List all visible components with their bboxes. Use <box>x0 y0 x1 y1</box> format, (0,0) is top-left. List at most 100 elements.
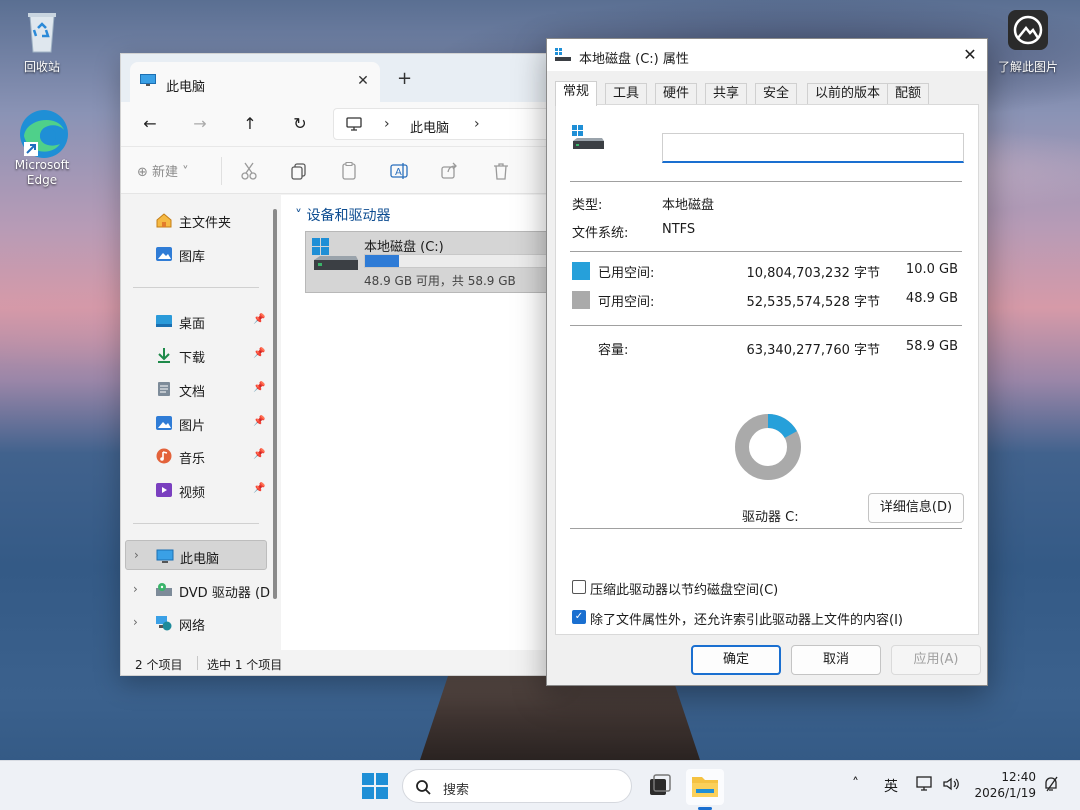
pin-icon[interactable]: 📌 <box>253 314 265 326</box>
compress-checkbox[interactable] <box>572 580 586 594</box>
local-disk-icon <box>312 238 360 278</box>
used-space-bytes: 10,804,703,232 字节 <box>746 266 880 281</box>
taskbar: 搜索 ˄ 英 12:40 2026/1/19 <box>0 760 1080 810</box>
refresh-icon[interactable]: ↻ <box>289 114 311 136</box>
index-checkbox[interactable]: ✓ <box>572 610 586 624</box>
tab-quota[interactable]: 配额 <box>887 83 930 105</box>
nav-item-label: 文档 <box>179 385 206 400</box>
edge-label: Microsoft Edge <box>14 158 70 187</box>
tab-security[interactable]: 安全 <box>755 83 798 105</box>
file-explorer-taskbar-icon[interactable] <box>686 769 724 805</box>
ok-button[interactable]: 确定 <box>691 645 781 675</box>
new-button[interactable]: ⊕ 新建 ˅ <box>137 161 189 180</box>
taskbar-search-box[interactable]: 搜索 <box>402 769 632 803</box>
command-divider <box>221 157 222 185</box>
pin-icon[interactable]: 📌 <box>253 483 265 495</box>
divider <box>570 325 962 326</box>
capacity-row: 容量: 63,340,277,760 字节 58.9 GB <box>556 339 980 359</box>
tab-sharing[interactable]: 共享 <box>705 83 748 105</box>
tab-hardware[interactable]: 硬件 <box>655 83 698 105</box>
close-icon[interactable]: ✕ <box>959 44 981 66</box>
capacity-bytes: 63,340,277,760 字节 <box>746 343 880 358</box>
group-header[interactable]: ˅ 设备和驱动器 <box>295 205 390 225</box>
tab-general[interactable]: 常规 <box>555 81 598 106</box>
nav-item-label: 图库 <box>179 250 206 265</box>
nav-item-documents[interactable]: 文档 📌 <box>121 374 271 404</box>
chevron-right-icon[interactable]: › <box>133 582 138 596</box>
nav-item-network[interactable]: › 网络 <box>121 608 271 638</box>
desktop-icon-learn-about-picture[interactable]: 了解此图片 <box>988 8 1068 75</box>
nav-item-music[interactable]: 音乐 📌 <box>121 441 271 471</box>
index-checkbox-label[interactable]: 除了文件属性外，还允许索引此驱动器上文件的内容(I) <box>590 609 903 628</box>
status-bar: 2 个项目 选中 1 个项目 <box>121 650 559 675</box>
tab-tools[interactable]: 工具 <box>605 83 648 105</box>
type-value: 本地磁盘 <box>662 198 715 213</box>
chevron-up-icon[interactable]: ˄ <box>852 776 859 792</box>
tab-this-pc[interactable]: 此电脑 ✕ <box>130 62 380 102</box>
breadcrumb-this-pc[interactable]: 此电脑 <box>410 117 449 136</box>
breadcrumb-chevron-icon[interactable]: › <box>474 116 480 132</box>
nav-item-home[interactable]: 主文件夹 <box>121 205 271 235</box>
system-clock[interactable]: 12:40 2026/1/19 <box>974 769 1036 801</box>
tab-previous-versions[interactable]: 以前的版本 <box>807 83 889 105</box>
cancel-button[interactable]: 取消 <box>791 645 881 675</box>
rename-icon[interactable]: A <box>389 161 409 181</box>
drive-properties-dialog: 本地磁盘 (C:) 属性 ✕ 常规 工具 硬件 共享 安全 以前的版本 配额 类… <box>546 38 988 686</box>
windows-start-icon[interactable] <box>362 773 388 799</box>
share-icon[interactable] <box>439 161 459 181</box>
pin-icon[interactable]: 📌 <box>253 382 265 394</box>
recycle-bin-icon <box>18 8 66 56</box>
pin-icon[interactable]: 📌 <box>253 348 265 360</box>
pin-icon[interactable]: 📌 <box>253 416 265 428</box>
paste-icon[interactable] <box>339 161 359 181</box>
desktop-icon-recycle-bin[interactable]: 回收站 <box>2 8 82 75</box>
volume-icon[interactable] <box>942 776 960 796</box>
explorer-body: 主文件夹 图库 桌面 📌 下载 📌 文档 📌 图片 📌 音乐 📌 视频 📌 › … <box>121 195 559 650</box>
copy-icon[interactable] <box>289 161 309 181</box>
desktop-icon-edge[interactable]: Microsoft Edge <box>2 108 82 188</box>
nav-item-this-pc[interactable]: › 此电脑 <box>125 540 267 570</box>
nav-item-gallery[interactable]: 图库 <box>121 239 271 269</box>
nav-item-pictures[interactable]: 图片 📌 <box>121 408 271 438</box>
back-arrow-icon[interactable]: ← <box>139 114 161 136</box>
cut-icon[interactable] <box>239 161 259 181</box>
nav-item-dvd[interactable]: › DVD 驱动器 (D <box>121 575 271 605</box>
nav-item-videos[interactable]: 视频 📌 <box>121 475 271 505</box>
volume-label-input[interactable] <box>662 133 964 163</box>
learn-about-picture-icon <box>1004 8 1052 56</box>
delete-icon[interactable] <box>491 161 511 181</box>
apply-button[interactable]: 应用(A) <box>891 645 981 675</box>
compress-checkbox-label[interactable]: 压缩此驱动器以节约磁盘空间(C) <box>590 579 778 598</box>
breadcrumb-chevron-icon[interactable]: › <box>384 116 390 132</box>
monitor-icon <box>156 548 174 564</box>
capacity-label: 容量: <box>598 343 629 358</box>
task-view-icon[interactable] <box>640 769 678 805</box>
new-tab-icon[interactable]: + <box>397 68 412 89</box>
notification-bell-icon[interactable] <box>1042 775 1060 797</box>
up-arrow-icon[interactable]: ↑ <box>239 114 261 136</box>
pin-icon[interactable]: 📌 <box>253 449 265 461</box>
recycle-bin-label: 回收站 <box>23 60 60 74</box>
drive-tile-c[interactable]: 本地磁盘 (C:) 48.9 GB 可用，共 58.9 GB <box>305 231 559 293</box>
explorer-tab-bar: 此电脑 ✕ + <box>121 54 559 102</box>
tab-close-icon[interactable]: ✕ <box>354 72 372 90</box>
drive-usage-bar <box>364 254 559 268</box>
command-bar: ⊕ 新建 ˅ A <box>121 146 559 194</box>
type-row: 类型: 本地磁盘 <box>556 194 980 214</box>
network-status-icon[interactable] <box>916 776 934 796</box>
nav-scrollbar[interactable] <box>273 209 277 599</box>
divider <box>570 528 962 529</box>
nav-item-desktop[interactable]: 桌面 📌 <box>121 306 271 336</box>
pictures-icon <box>155 415 173 431</box>
details-button[interactable]: 详细信息(D) <box>868 493 964 523</box>
chevron-right-icon[interactable]: › <box>134 548 139 562</box>
input-method-indicator[interactable]: 英 <box>884 776 898 796</box>
nav-item-label: 视频 <box>179 486 206 501</box>
nav-item-downloads[interactable]: 下载 📌 <box>121 340 271 370</box>
general-tab-panel: 类型: 本地磁盘 文件系统: NTFS 已用空间: 10,804,703,232… <box>555 104 979 635</box>
file-explorer-window: 此电脑 ✕ + ← → ↑ ↻ › 此电脑 › ⊕ 新建 ˅ A 主文件夹 图库… <box>120 53 560 676</box>
address-bar[interactable]: › 此电脑 › <box>333 108 559 140</box>
dialog-title-bar[interactable]: 本地磁盘 (C:) 属性 ✕ <box>547 39 987 71</box>
chevron-right-icon[interactable]: › <box>133 615 138 629</box>
forward-arrow-icon[interactable]: → <box>189 114 211 136</box>
